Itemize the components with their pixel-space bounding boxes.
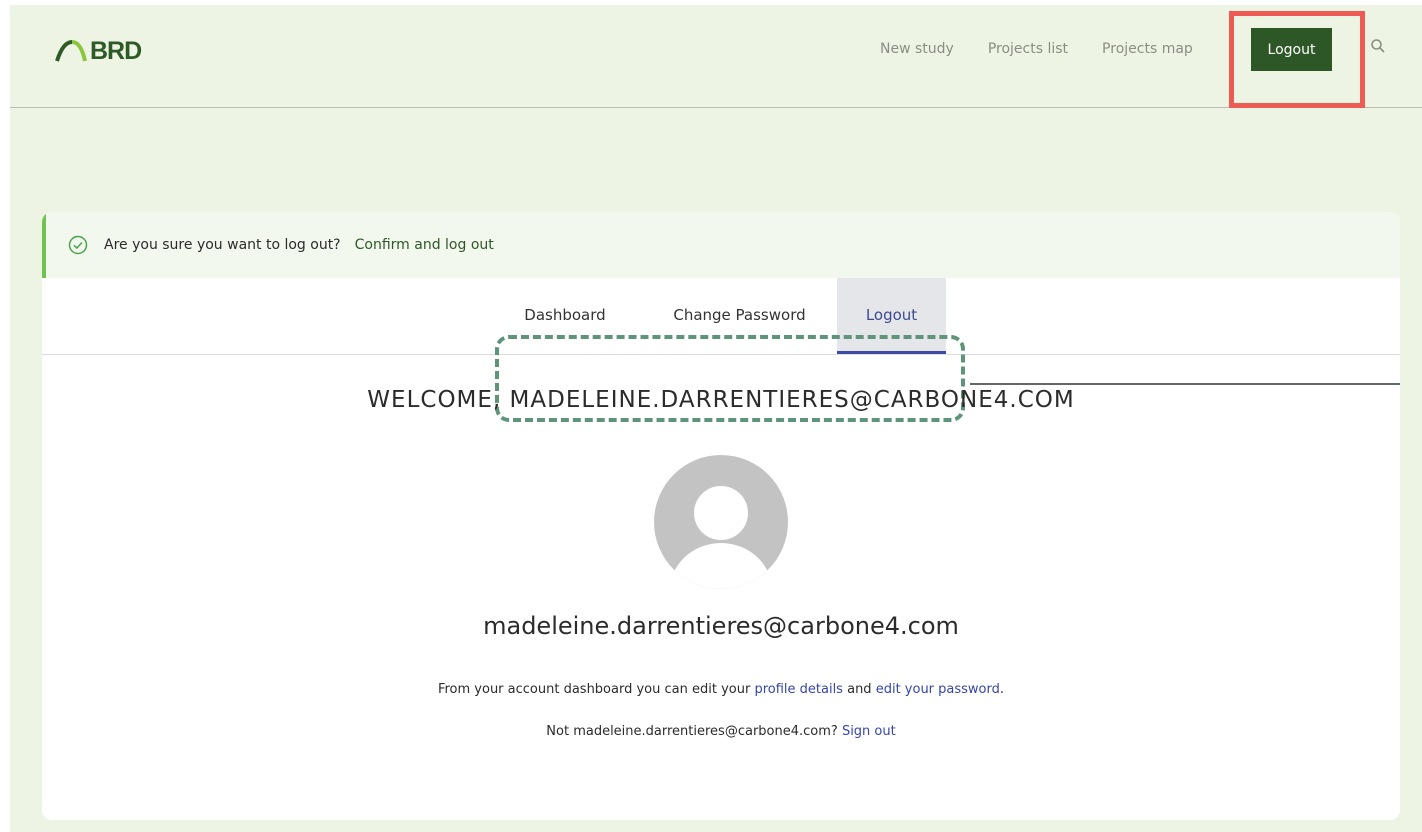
search-icon[interactable]	[1370, 38, 1386, 58]
notice-message: Are you sure you want to log out?	[104, 237, 341, 253]
info-and: and	[842, 682, 876, 697]
user-avatar-icon	[654, 455, 788, 589]
check-circle-icon	[68, 235, 88, 255]
nav-new-study[interactable]: New study	[880, 41, 954, 57]
confirm-logout-link[interactable]: Confirm and log out	[355, 237, 494, 253]
brand-logo[interactable]: BRD	[54, 35, 142, 67]
profile-details-link[interactable]: profile details	[754, 682, 843, 697]
page-background: BRD New study Projects list Projects map…	[10, 5, 1422, 832]
info-suffix: .	[999, 682, 1005, 697]
main-nav: New study Projects list Projects map	[880, 41, 1227, 57]
nav-projects-map[interactable]: Projects map	[1102, 41, 1193, 57]
logo-text: BRD	[90, 36, 142, 65]
arch-logo-icon	[55, 40, 87, 62]
account-card: Are you sure you want to log out? Confir…	[42, 212, 1400, 820]
edit-password-link[interactable]: edit your password	[876, 682, 1000, 697]
logout-highlight-annotation	[1229, 11, 1365, 108]
not-user-prefix: Not madeleine.darrentieres@carbone4.com?	[546, 724, 842, 739]
info-prefix: From your account dashboard you can edit…	[437, 682, 755, 697]
logout-notice: Are you sure you want to log out? Confir…	[42, 212, 1400, 278]
nav-projects-list[interactable]: Projects list	[988, 41, 1068, 57]
sign-out-link[interactable]: Sign out	[842, 724, 896, 739]
annotation-connector-line	[970, 383, 1400, 385]
header-bar: BRD New study Projects list Projects map…	[10, 5, 1422, 108]
welcome-heading: WELCOME, MADELEINE.DARRENTIERES@CARBONE4…	[367, 387, 1075, 413]
user-email: madeleine.darrentieres@carbone4.com	[483, 612, 959, 640]
not-user-text: Not madeleine.darrentieres@carbone4.com?…	[42, 724, 1400, 739]
avatar	[654, 455, 788, 593]
dashboard-info-text: From your account dashboard you can edit…	[42, 682, 1400, 697]
account-tabs: Dashboard Change Password Logout	[42, 278, 1400, 422]
